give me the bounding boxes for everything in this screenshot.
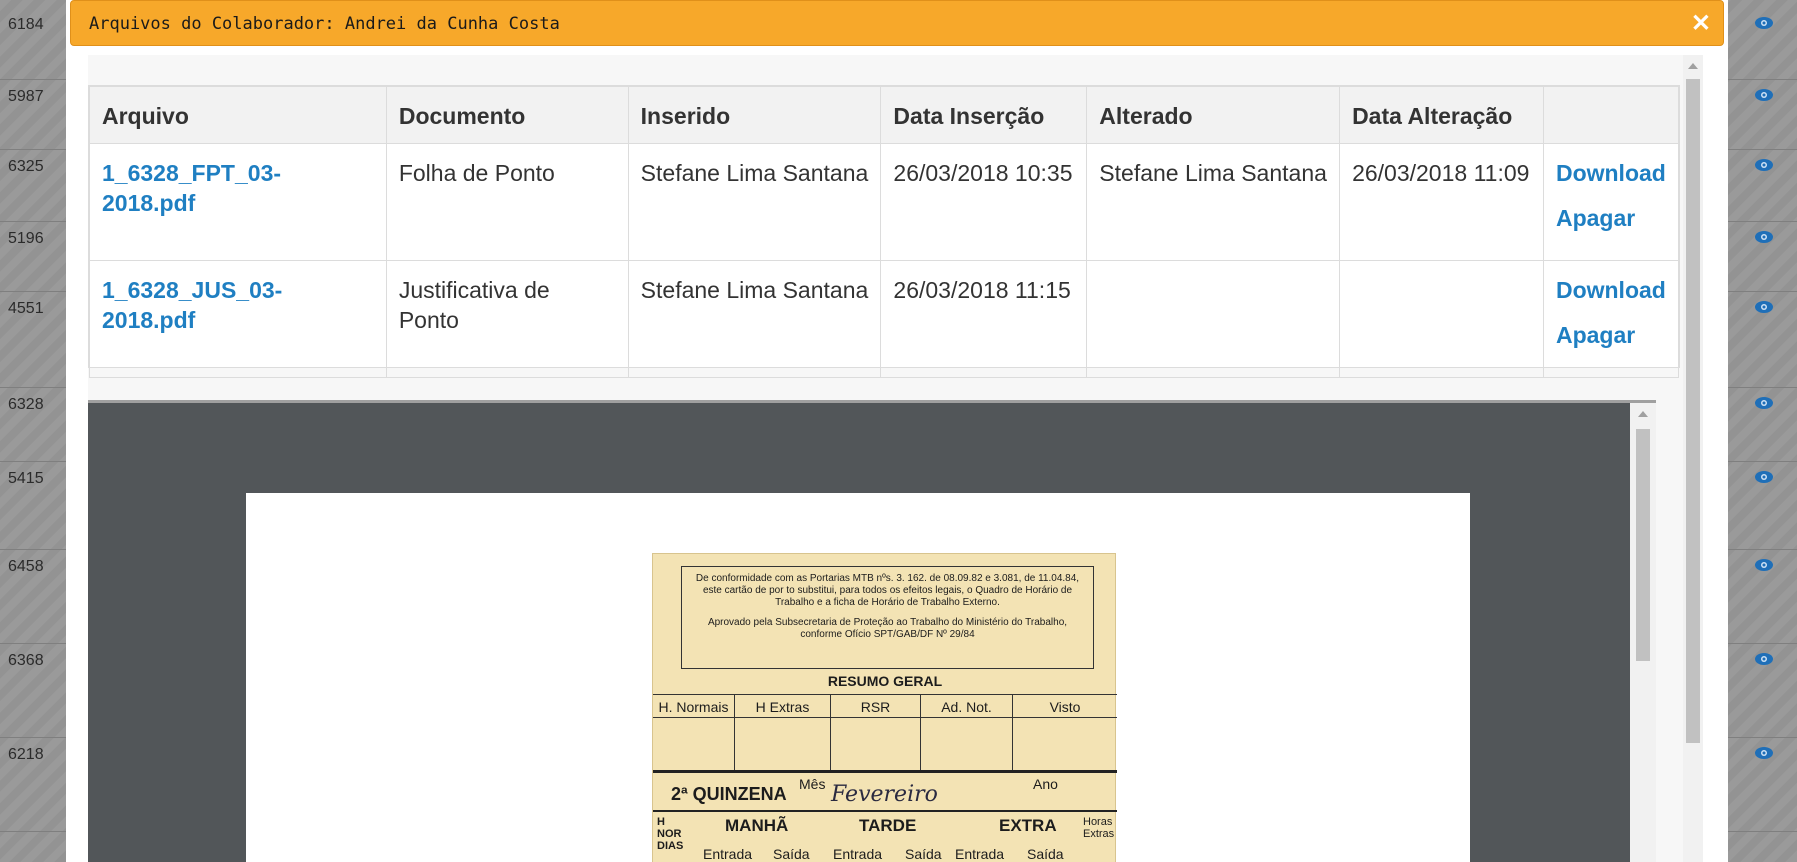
right-vertical-label: Horas Extras xyxy=(1083,816,1115,840)
pdf-page: De conformidade com as Portarias MTB nºs… xyxy=(246,493,1470,862)
column-header-alterado[interactable]: Alterado xyxy=(1086,86,1341,144)
eye-icon[interactable] xyxy=(1754,16,1774,30)
cell-actions: Download Apagar xyxy=(1542,260,1680,378)
viewer-scroll-thumb[interactable] xyxy=(1636,429,1650,661)
eye-icon[interactable] xyxy=(1754,470,1774,484)
scroll-up-arrow-icon[interactable] xyxy=(1638,411,1648,417)
column-header-arquivo[interactable]: Arquivo xyxy=(89,86,387,144)
file-link[interactable]: 1_6328_JUS_03-2018.pdf xyxy=(102,275,374,335)
resumo-col: Visto xyxy=(1049,699,1081,715)
resumo-col: H. Normais xyxy=(653,695,735,717)
files-table-wrapper: Arquivo Documento Inserido Data Inserção… xyxy=(88,85,1680,378)
column-header-actions xyxy=(1542,86,1680,144)
files-table: Arquivo Documento Inserido Data Inserção… xyxy=(89,86,1680,378)
subcol-label: Entrada xyxy=(955,846,1005,862)
resumo-values-row xyxy=(653,718,1117,773)
notice-text-approval: Aprovado pela Subsecretaria de Proteção … xyxy=(707,617,1068,640)
shift-subcols: Entrada Saída Entrada Saída Entrada Saíd… xyxy=(653,840,1117,862)
column-header-data-alteracao[interactable]: Data Alteração xyxy=(1339,86,1544,144)
eye-icon[interactable] xyxy=(1754,158,1774,172)
cell-inserido: Stefane Lima Santana xyxy=(627,143,882,261)
delete-link[interactable]: Apagar xyxy=(1556,203,1666,233)
cell-documento: Folha de Ponto xyxy=(385,143,629,261)
background-row-id: 5987 xyxy=(8,88,44,105)
modal-scrollbar[interactable] xyxy=(1683,55,1703,862)
file-link[interactable]: 1_6328_FPT_03-2018.pdf xyxy=(102,158,374,218)
cell-data-insercao: 26/03/2018 10:35 xyxy=(880,143,1088,261)
column-header-inserido[interactable]: Inserido xyxy=(627,86,882,144)
subcol-label: Saída xyxy=(905,846,942,862)
shift-headers: MANHÃ TARDE EXTRA xyxy=(653,812,1117,842)
timecard-notice: De conformidade com as Portarias MTB nºs… xyxy=(681,566,1094,669)
timecard-image: De conformidade com as Portarias MTB nºs… xyxy=(652,553,1117,862)
background-row-id: 6325 xyxy=(8,158,44,175)
eye-icon[interactable] xyxy=(1754,230,1774,244)
modal-scroll-thumb[interactable] xyxy=(1686,79,1700,743)
background-row-id: 5196 xyxy=(8,230,44,247)
table-row: 1_6328_FPT_03-2018.pdf Folha de Ponto St… xyxy=(89,143,1680,261)
shift-label: TARDE xyxy=(859,816,917,835)
resumo-col: Ad. Not. xyxy=(921,695,1013,717)
download-link[interactable]: Download xyxy=(1556,158,1666,188)
cell-documento: Justificativa de Ponto xyxy=(385,260,629,378)
resumo-title: RESUMO GERAL xyxy=(827,673,943,689)
column-header-data-insercao[interactable]: Data Inserção xyxy=(880,86,1088,144)
table-row: 1_6328_JUS_03-2018.pdf Justificativa de … xyxy=(89,260,1680,378)
background-row-id: 5415 xyxy=(8,470,44,487)
quinzena-label: 2ª QUINZENA xyxy=(671,784,787,804)
background-row-id: 6458 xyxy=(8,558,44,575)
mes-value: Fevereiro xyxy=(831,782,938,807)
background-row-id: 6184 xyxy=(8,16,44,33)
close-icon[interactable]: ✕ xyxy=(1691,9,1711,38)
eye-icon[interactable] xyxy=(1754,652,1774,666)
cell-alterado: Stefane Lima Santana xyxy=(1086,143,1341,261)
shift-label: EXTRA xyxy=(999,816,1057,835)
resumo-col: H Extras xyxy=(735,695,831,717)
shift-label: MANHÃ xyxy=(725,816,789,835)
resumo-header-row: H. Normais H Extras RSR Ad. Not. Visto xyxy=(653,694,1117,718)
ano-label: Ano xyxy=(1033,776,1058,792)
modal-title: Arquivos do Colaborador: Andrei da Cunha… xyxy=(89,14,560,34)
eye-icon[interactable] xyxy=(1754,396,1774,410)
cell-data-insercao: 26/03/2018 11:15 xyxy=(880,260,1088,378)
background-row-id: 6218 xyxy=(8,746,44,763)
background-row-id: 4551 xyxy=(8,300,44,317)
column-header-documento[interactable]: Documento xyxy=(385,86,629,144)
cell-inserido: Stefane Lima Santana xyxy=(627,260,882,378)
background-row-id: 6328 xyxy=(8,396,44,413)
cell-data-alteracao xyxy=(1339,260,1544,378)
subcol-label: Entrada xyxy=(833,846,883,862)
download-link[interactable]: Download xyxy=(1556,275,1666,305)
cell-alterado xyxy=(1086,260,1341,378)
subcol-label: Entrada xyxy=(703,846,753,862)
table-header-row: Arquivo Documento Inserido Data Inserção… xyxy=(89,86,1680,144)
notice-text: De conformidade com as Portarias MTB nºs… xyxy=(695,573,1080,608)
background-row-id: 6368 xyxy=(8,652,44,669)
viewer-scrollbar[interactable] xyxy=(1630,403,1656,862)
modal-body: Arquivo Documento Inserido Data Inserção… xyxy=(88,55,1703,862)
eye-icon[interactable] xyxy=(1754,558,1774,572)
quinzena-row: 2ª QUINZENA Mês Fevereiro Ano xyxy=(653,776,1117,812)
subcol-label: Saída xyxy=(773,846,810,862)
resumo-col: RSR xyxy=(831,695,921,717)
cell-actions: Download Apagar xyxy=(1542,143,1680,261)
eye-icon[interactable] xyxy=(1754,746,1774,760)
cell-data-alteracao: 26/03/2018 11:09 xyxy=(1339,143,1544,261)
mes-label: Mês xyxy=(799,776,826,792)
eye-icon[interactable] xyxy=(1754,88,1774,102)
delete-link[interactable]: Apagar xyxy=(1556,320,1666,350)
files-modal: Arquivos do Colaborador: Andrei da Cunha… xyxy=(66,0,1728,862)
scroll-up-arrow-icon[interactable] xyxy=(1688,63,1698,69)
modal-header: Arquivos do Colaborador: Andrei da Cunha… xyxy=(70,0,1724,46)
subcol-label: Saída xyxy=(1027,846,1064,862)
eye-icon[interactable] xyxy=(1754,300,1774,314)
pdf-viewer[interactable]: De conformidade com as Portarias MTB nºs… xyxy=(88,400,1656,862)
